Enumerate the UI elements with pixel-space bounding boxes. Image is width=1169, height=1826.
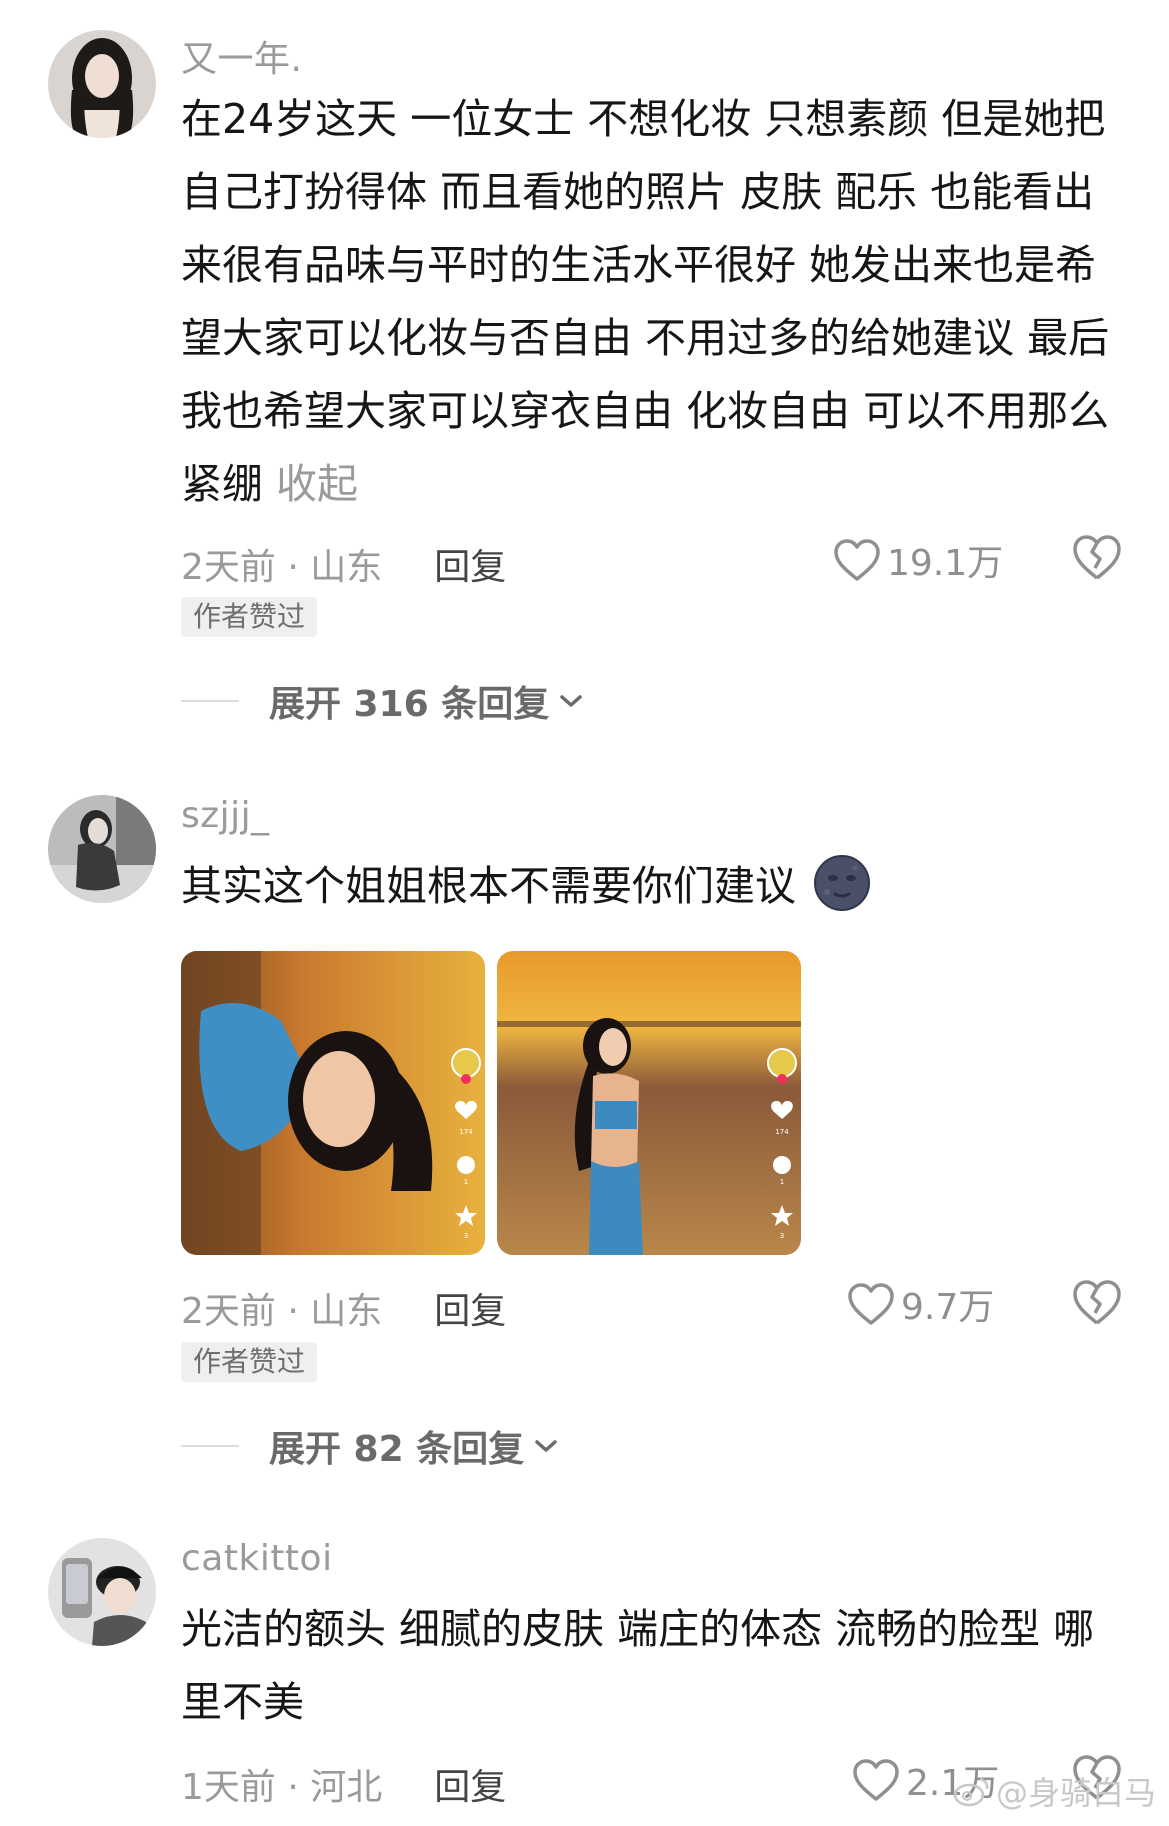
like-button[interactable]: 9.7万 [847,1278,994,1330]
timestamp-location: 2天前 · 山东 [181,547,383,588]
like-count: 9.7万 [901,1287,995,1328]
chevron-down-icon [560,695,582,707]
comment-text: 其实这个姐姐根本不需要你们建议 [181,850,1131,923]
image-comment-count: 1 [780,1178,784,1186]
heart-icon [853,1759,899,1801]
collapse-link[interactable]: 收起 [276,460,358,508]
comment-text-content: 光洁的额头 细腻的皮肤 端庄的体态 流畅的脸型 哪里不美 [181,1605,1095,1726]
comment-text: 在24岁这天 一位女士 不想化妆 只想素颜 但是她把自己打扮得体 而且看她的照片… [181,83,1131,521]
expand-replies-button[interactable]: 展开 82 条回复 [181,1420,560,1472]
weibo-logo-icon [953,1777,989,1807]
author-liked-badge: 作者赞过 [181,1342,318,1382]
broken-heart-icon[interactable] [1072,1279,1122,1327]
reply-button[interactable]: 回复 [434,1758,506,1810]
comment-meta: 1天前 · 河北 回复 [181,1758,506,1810]
like-count: 19.1万 [887,543,1004,584]
image-like-count: 174 [459,1128,473,1136]
avatar[interactable] [48,795,156,903]
reply-button[interactable]: 回复 [434,538,506,590]
broken-heart-icon[interactable] [1072,534,1122,582]
comment-image-1[interactable]: 174 1 3 [181,951,485,1255]
timestamp-location: 2天前 · 山东 [181,1291,383,1332]
timestamp-location: 1天前 · 河北 [181,1767,383,1808]
divider-line [181,1445,239,1447]
comment-text-content: 在24岁这天 一位女士 不想化妆 只想素颜 但是她把自己打扮得体 而且看她的照片… [181,95,1110,508]
comment-meta: 2天前 · 山东 回复 [181,538,506,590]
image-comment-count: 1 [464,1178,468,1186]
watermark-text: @身骑白马 [996,1774,1157,1812]
username[interactable]: catkittoi [181,1538,333,1579]
expand-replies-label: 展开 316 条回复 [269,684,550,725]
comment-image-2[interactable]: 174 1 3 [497,951,801,1255]
image-like-count: 174 [775,1128,789,1136]
watermark: @身骑白马 [952,1768,1156,1814]
like-button[interactable]: 19.1万 [833,534,1003,586]
username[interactable]: szjjj_ [181,795,270,836]
new-moon-face-emoji-icon [814,855,871,911]
author-liked-badge: 作者赞过 [181,597,318,637]
heart-icon [834,539,880,581]
expand-replies-button[interactable]: 展开 316 条回复 [181,675,585,727]
image-star-count: 3 [780,1232,784,1240]
username[interactable]: 又一年. [181,30,302,82]
expand-replies-label: 展开 82 条回复 [269,1429,525,1470]
heart-icon [848,1283,894,1325]
avatar[interactable] [48,1538,156,1646]
comment-text-content: 其实这个姐姐根本不需要你们建议 [181,862,796,910]
chevron-down-icon [535,1440,557,1452]
avatar[interactable] [48,30,156,138]
image-star-count: 3 [464,1232,468,1240]
divider-line [181,700,239,702]
comment-meta: 2天前 · 山东 回复 [181,1282,506,1334]
comment-text: 光洁的额头 细腻的皮肤 端庄的体态 流畅的脸型 哪里不美 [181,1593,1131,1739]
reply-button[interactable]: 回复 [434,1282,506,1334]
